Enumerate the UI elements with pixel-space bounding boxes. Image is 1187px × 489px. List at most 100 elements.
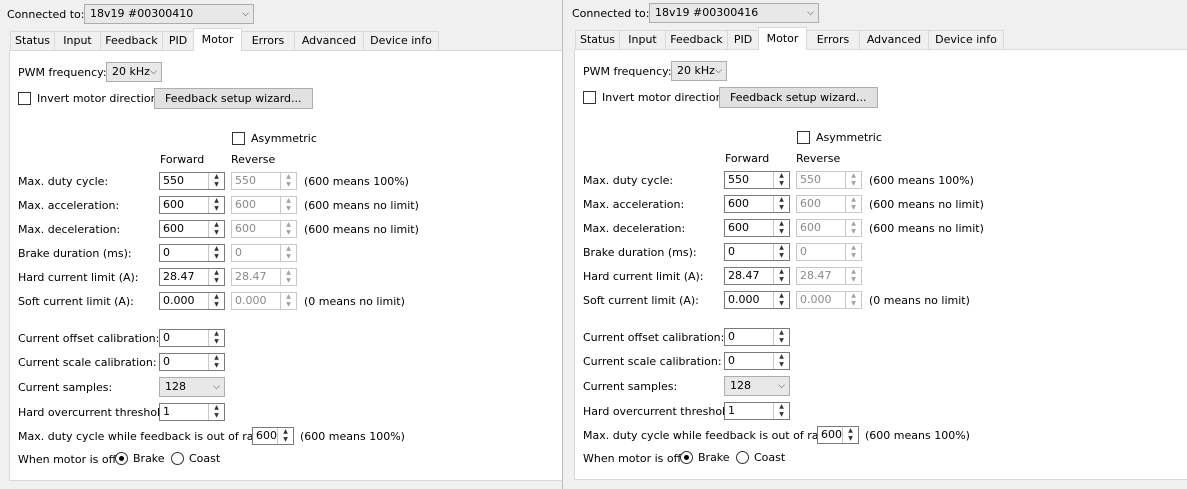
invert-checkbox[interactable]: Invert motor direction: [18, 92, 158, 105]
arrow-up-icon[interactable]: ▲: [774, 268, 789, 276]
forward-spinbox[interactable]: 0 ▲ ▼: [724, 243, 790, 261]
spin-arrows[interactable]: ▲ ▼: [208, 245, 224, 261]
arrow-down-icon[interactable]: ▼: [843, 435, 858, 443]
arrow-up-icon[interactable]: ▲: [209, 221, 224, 229]
arrow-down-icon[interactable]: ▼: [209, 229, 224, 237]
spin-arrows[interactable]: ▲ ▼: [842, 427, 858, 443]
pwm-select[interactable]: 20 kHz ⌵: [106, 62, 162, 82]
spin-arrows[interactable]: ▲ ▼: [208, 293, 224, 309]
arrow-down-icon[interactable]: ▼: [209, 362, 224, 370]
arrow-up-icon[interactable]: ▲: [774, 292, 789, 300]
tab-status[interactable]: Status: [10, 31, 55, 51]
radio-circle[interactable]: [115, 452, 128, 465]
pwm-select[interactable]: 20 kHz ⌵: [671, 61, 727, 81]
arrow-up-icon[interactable]: ▲: [209, 173, 224, 181]
arrow-down-icon[interactable]: ▼: [209, 338, 224, 346]
tab-status[interactable]: Status: [575, 30, 620, 50]
arrow-down-icon[interactable]: ▼: [209, 205, 224, 213]
radio-circle[interactable]: [171, 452, 184, 465]
forward-spinbox[interactable]: 0 ▲ ▼: [159, 244, 225, 262]
tab-pid[interactable]: PID: [162, 31, 194, 51]
arrow-up-icon[interactable]: ▲: [774, 353, 789, 361]
spin-arrows[interactable]: ▲ ▼: [208, 330, 224, 346]
spin-arrows[interactable]: ▲ ▼: [773, 292, 789, 308]
scale-cal-spinbox[interactable]: 0 ▲ ▼: [724, 352, 790, 370]
brake-radio[interactable]: Brake: [115, 452, 165, 465]
spin-arrows[interactable]: ▲ ▼: [773, 172, 789, 188]
arrow-up-icon[interactable]: ▲: [209, 269, 224, 277]
radio-circle[interactable]: [680, 451, 693, 464]
tab-input[interactable]: Input: [619, 30, 666, 50]
arrow-up-icon[interactable]: ▲: [774, 329, 789, 337]
arrow-down-icon[interactable]: ▼: [774, 300, 789, 308]
arrow-down-icon[interactable]: ▼: [209, 301, 224, 309]
forward-spinbox[interactable]: 550 ▲ ▼: [159, 172, 225, 190]
spin-arrows[interactable]: ▲ ▼: [773, 268, 789, 284]
checkbox-box[interactable]: [797, 131, 810, 144]
forward-spinbox[interactable]: 600 ▲ ▼: [159, 220, 225, 238]
arrow-down-icon[interactable]: ▼: [209, 181, 224, 189]
overcurrent-spinbox[interactable]: 1 ▲ ▼: [724, 402, 790, 420]
forward-spinbox[interactable]: 600 ▲ ▼: [724, 195, 790, 213]
device-select[interactable]: 18v19 #00300410 ⌵: [84, 4, 254, 24]
offset-cal-spinbox[interactable]: 0 ▲ ▼: [724, 328, 790, 346]
tab-motor[interactable]: Motor: [193, 28, 242, 51]
arrow-down-icon[interactable]: ▼: [774, 411, 789, 419]
checkbox-box[interactable]: [18, 92, 31, 105]
tab-advanced[interactable]: Advanced: [859, 30, 929, 50]
arrow-down-icon[interactable]: ▼: [278, 436, 293, 444]
asymmetric-checkbox[interactable]: Asymmetric: [232, 132, 317, 145]
checkbox-box[interactable]: [583, 91, 596, 104]
samples-select[interactable]: 128 ⌵: [724, 376, 790, 396]
forward-spinbox[interactable]: 0.000 ▲ ▼: [724, 291, 790, 309]
checkbox-box[interactable]: [232, 132, 245, 145]
tab-errors[interactable]: Errors: [241, 31, 295, 51]
arrow-up-icon[interactable]: ▲: [774, 244, 789, 252]
tab-feedback[interactable]: Feedback: [100, 31, 163, 51]
tab-feedback[interactable]: Feedback: [665, 30, 728, 50]
forward-spinbox[interactable]: 600 ▲ ▼: [724, 219, 790, 237]
feedback-wizard-button[interactable]: Feedback setup wizard...: [154, 88, 313, 109]
spin-arrows[interactable]: ▲ ▼: [773, 244, 789, 260]
arrow-up-icon[interactable]: ▲: [209, 354, 224, 362]
duty-oor-spinbox[interactable]: 600 ▲ ▼: [252, 427, 294, 445]
arrow-up-icon[interactable]: ▲: [209, 245, 224, 253]
arrow-up-icon[interactable]: ▲: [843, 427, 858, 435]
arrow-down-icon[interactable]: ▼: [774, 228, 789, 236]
spin-arrows[interactable]: ▲ ▼: [208, 269, 224, 285]
arrow-up-icon[interactable]: ▲: [209, 293, 224, 301]
device-select[interactable]: 18v19 #00300416 ⌵: [649, 3, 819, 23]
forward-spinbox[interactable]: 550 ▲ ▼: [724, 171, 790, 189]
spin-arrows[interactable]: ▲ ▼: [277, 428, 293, 444]
coast-radio[interactable]: Coast: [171, 452, 220, 465]
arrow-up-icon[interactable]: ▲: [209, 330, 224, 338]
arrow-up-icon[interactable]: ▲: [774, 403, 789, 411]
arrow-up-icon[interactable]: ▲: [209, 404, 224, 412]
forward-spinbox[interactable]: 600 ▲ ▼: [159, 196, 225, 214]
forward-spinbox[interactable]: 28.47 ▲ ▼: [724, 267, 790, 285]
arrow-up-icon[interactable]: ▲: [774, 172, 789, 180]
arrow-down-icon[interactable]: ▼: [774, 204, 789, 212]
radio-circle[interactable]: [736, 451, 749, 464]
tab-input[interactable]: Input: [54, 31, 101, 51]
forward-spinbox[interactable]: 0.000 ▲ ▼: [159, 292, 225, 310]
duty-oor-spinbox[interactable]: 600 ▲ ▼: [817, 426, 859, 444]
tab-device-info[interactable]: Device info: [363, 31, 439, 51]
scale-cal-spinbox[interactable]: 0 ▲ ▼: [159, 353, 225, 371]
spin-arrows[interactable]: ▲ ▼: [773, 196, 789, 212]
coast-radio[interactable]: Coast: [736, 451, 785, 464]
spin-arrows[interactable]: ▲ ▼: [773, 353, 789, 369]
spin-arrows[interactable]: ▲ ▼: [773, 403, 789, 419]
arrow-up-icon[interactable]: ▲: [209, 197, 224, 205]
offset-cal-spinbox[interactable]: 0 ▲ ▼: [159, 329, 225, 347]
arrow-down-icon[interactable]: ▼: [774, 276, 789, 284]
arrow-down-icon[interactable]: ▼: [774, 337, 789, 345]
arrow-down-icon[interactable]: ▼: [774, 361, 789, 369]
spin-arrows[interactable]: ▲ ▼: [773, 329, 789, 345]
tab-advanced[interactable]: Advanced: [294, 31, 364, 51]
arrow-up-icon[interactable]: ▲: [774, 196, 789, 204]
spin-arrows[interactable]: ▲ ▼: [208, 404, 224, 420]
forward-spinbox[interactable]: 28.47 ▲ ▼: [159, 268, 225, 286]
arrow-down-icon[interactable]: ▼: [209, 412, 224, 420]
arrow-down-icon[interactable]: ▼: [209, 253, 224, 261]
